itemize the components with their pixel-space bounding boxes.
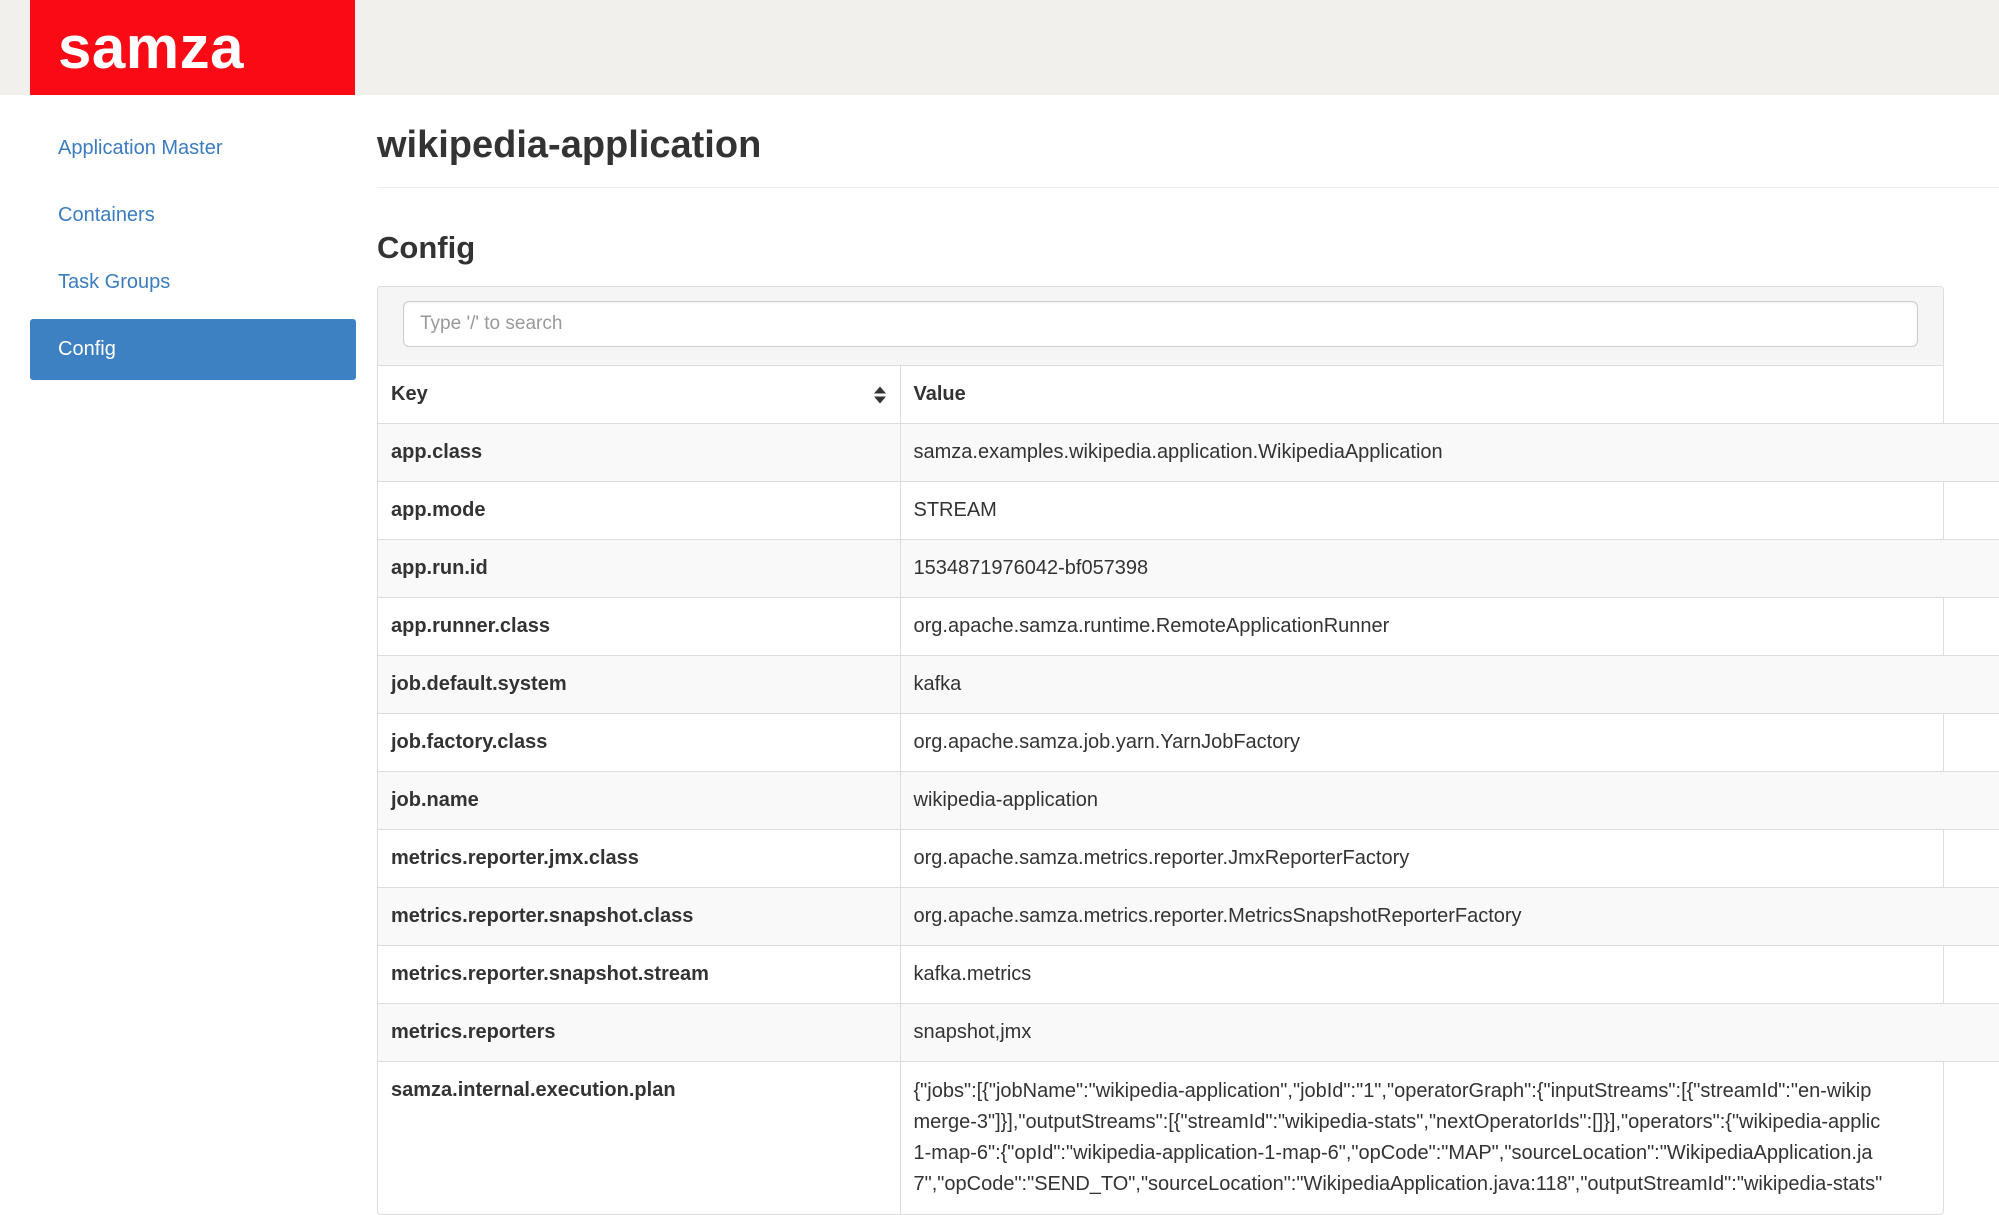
table-row: job.name wikipedia-application (378, 772, 1999, 830)
table-row: app.class samza.examples.wikipedia.appli… (378, 424, 1999, 482)
config-table-body: app.class samza.examples.wikipedia.appli… (378, 424, 1999, 1215)
key-cell: app.mode (378, 482, 900, 540)
key-cell: app.class (378, 424, 900, 482)
execution-plan-line: merge-3"]}],"outputStreams":[{"streamId"… (914, 1107, 1999, 1138)
table-row: job.default.system kafka (378, 656, 1999, 714)
table-row: app.mode STREAM (378, 482, 1999, 540)
config-table: Key Value app.class samza.examples.wikip… (378, 366, 1999, 1214)
config-panel: Key Value app.class samza.examples.wikip… (377, 286, 1944, 1215)
value-cell: snapshot,jmx (900, 1004, 1999, 1062)
table-row: metrics.reporter.jmx.class org.apache.sa… (378, 830, 1999, 888)
sidebar-item-label: Config (58, 338, 116, 361)
column-header-key[interactable]: Key (378, 366, 900, 424)
brand-logo[interactable]: samza (30, 0, 355, 95)
value-cell: org.apache.samza.job.yarn.YarnJobFactory (900, 714, 1999, 772)
value-cell: org.apache.samza.metrics.reporter.Metric… (900, 888, 1999, 946)
table-row: app.runner.class org.apache.samza.runtim… (378, 598, 1999, 656)
execution-plan-line: 1-map-6":{"opId":"wikipedia-application-… (914, 1138, 1999, 1169)
value-cell: wikipedia-application (900, 772, 1999, 830)
table-header-row: Key Value (378, 366, 1999, 424)
value-cell: org.apache.samza.runtime.RemoteApplicati… (900, 598, 1999, 656)
table-row: job.factory.class org.apache.samza.job.y… (378, 714, 1999, 772)
key-cell: samza.internal.execution.plan (378, 1062, 900, 1215)
sidebar-item-task-groups[interactable]: Task Groups (30, 252, 356, 313)
sidebar-item-application-master[interactable]: Application Master (30, 118, 356, 179)
key-cell: metrics.reporter.jmx.class (378, 830, 900, 888)
value-cell: samza.examples.wikipedia.application.Wik… (900, 424, 1999, 482)
key-cell: job.factory.class (378, 714, 900, 772)
value-cell: kafka.metrics (900, 946, 1999, 1004)
key-cell: metrics.reporter.snapshot.class (378, 888, 900, 946)
execution-plan-line: 7","opCode":"SEND_TO","sourceLocation":"… (914, 1169, 1999, 1200)
sort-icon[interactable] (874, 386, 886, 403)
search-panel-heading (378, 287, 1943, 366)
sidebar-item-label: Task Groups (58, 271, 170, 294)
key-cell: metrics.reporter.snapshot.stream (378, 946, 900, 1004)
sidebar-item-containers[interactable]: Containers (30, 185, 356, 246)
table-row: metrics.reporter.snapshot.stream kafka.m… (378, 946, 1999, 1004)
sidebar-item-config[interactable]: Config (30, 319, 356, 380)
sidebar: Application Master Containers Task Group… (30, 118, 356, 386)
key-cell: app.run.id (378, 540, 900, 598)
search-input[interactable] (403, 301, 1918, 347)
execution-plan-line: {"jobs":[{"jobName":"wikipedia-applicati… (914, 1076, 1999, 1107)
key-cell: job.name (378, 772, 900, 830)
key-cell: app.runner.class (378, 598, 900, 656)
value-cell: 1534871976042-bf057398 (900, 540, 1999, 598)
config-section-heading: Config (377, 230, 1999, 266)
key-cell: metrics.reporters (378, 1004, 900, 1062)
page-title: wikipedia-application (377, 124, 1999, 188)
column-header-value[interactable]: Value (900, 366, 1999, 424)
sidebar-item-label: Containers (58, 204, 155, 227)
table-row: metrics.reporters snapshot,jmx (378, 1004, 1999, 1062)
key-cell: job.default.system (378, 656, 900, 714)
value-cell: STREAM (900, 482, 1999, 540)
top-navbar: samza (0, 0, 1999, 95)
value-cell: {"jobs":[{"jobName":"wikipedia-applicati… (900, 1062, 1999, 1215)
value-cell: org.apache.samza.metrics.reporter.JmxRep… (900, 830, 1999, 888)
main-content: wikipedia-application Config Key Va (377, 95, 1999, 1215)
value-cell: kafka (900, 656, 1999, 714)
sidebar-item-label: Application Master (58, 137, 223, 160)
table-row: app.run.id 1534871976042-bf057398 (378, 540, 1999, 598)
table-row: samza.internal.execution.plan {"jobs":[{… (378, 1062, 1999, 1215)
table-row: metrics.reporter.snapshot.class org.apac… (378, 888, 1999, 946)
